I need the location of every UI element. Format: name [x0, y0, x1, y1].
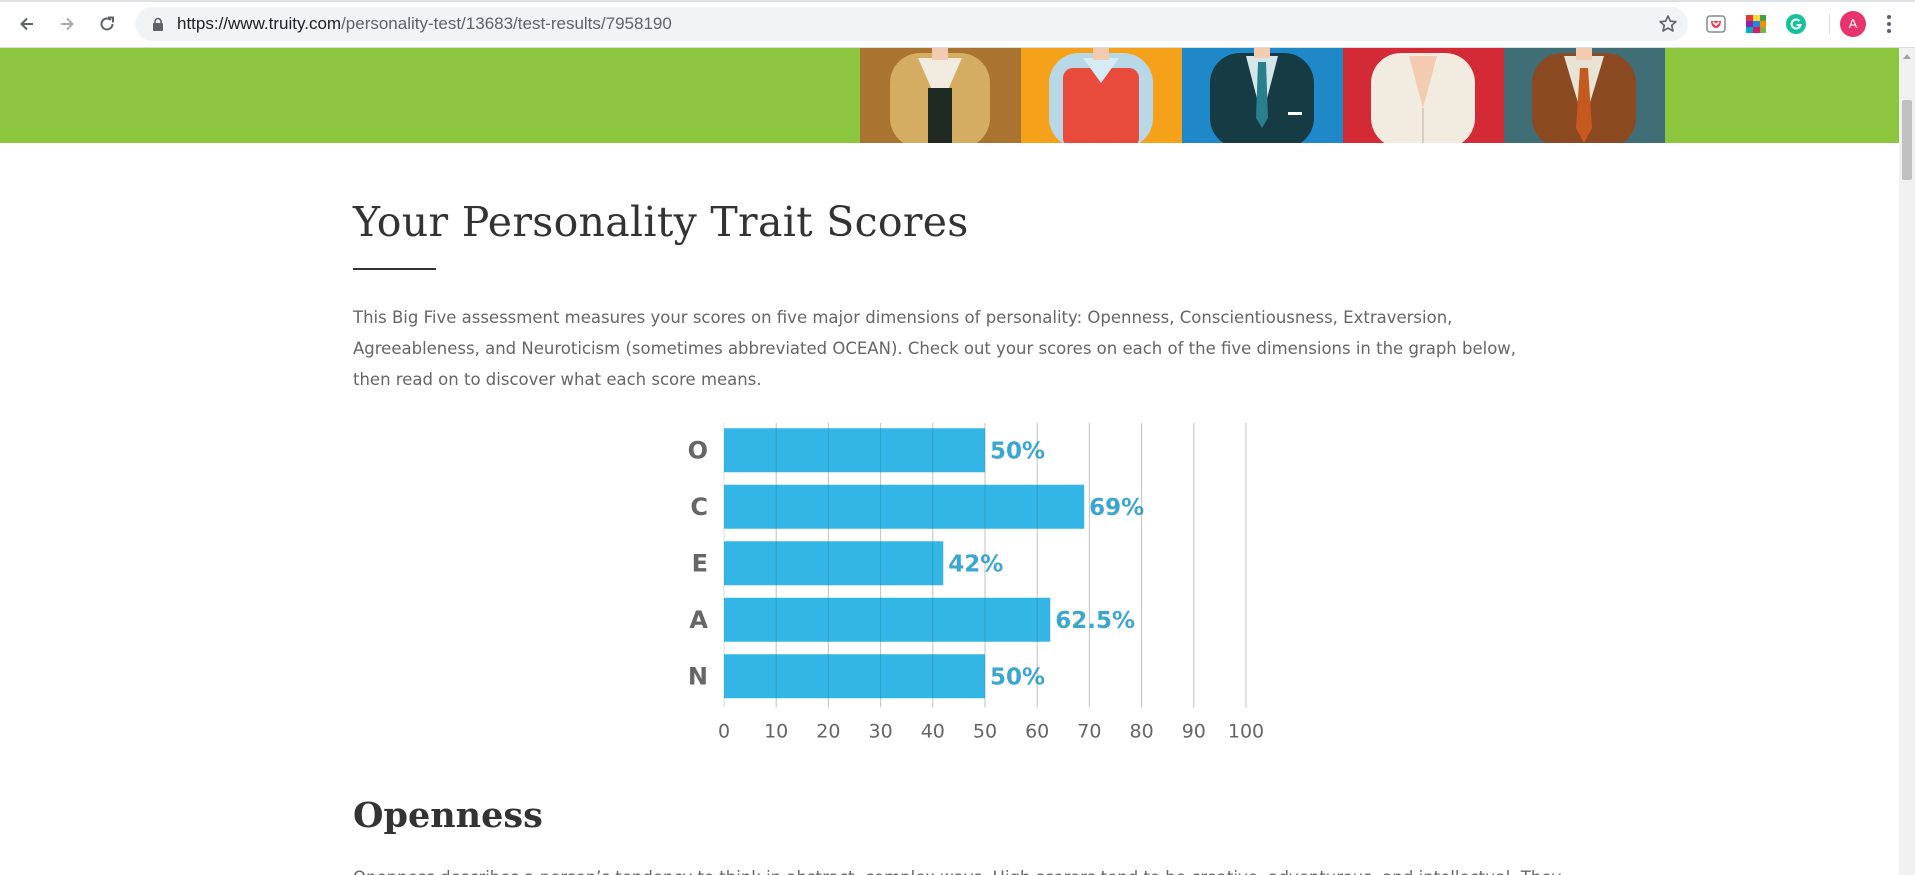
- x-tick-label: 50: [973, 721, 997, 743]
- reload-icon: [100, 16, 114, 31]
- back-arrow-icon: [20, 17, 33, 31]
- x-tick-label: 90: [1182, 721, 1206, 743]
- category-label: A: [689, 606, 708, 634]
- url-text[interactable]: https://www.truity.com/personality-test/…: [177, 14, 672, 34]
- x-tick-label: 80: [1130, 721, 1154, 743]
- x-tick-label: 20: [816, 721, 840, 743]
- x-tick-label: 0: [718, 721, 730, 743]
- value-label: 42%: [948, 551, 1003, 577]
- ocean-trait-chart: 0 10 20 30 40 50 60 70 80 90 100 O 50% C 69% E 42% A 62.5%…: [670, 420, 1290, 750]
- more-menu-icon[interactable]: [1882, 12, 1896, 36]
- scrollbar-thumb[interactable]: [1902, 100, 1912, 180]
- bar: [724, 428, 985, 473]
- address-bar[interactable]: https://www.truity.com/personality-test/…: [135, 7, 1688, 41]
- category-label: E: [692, 549, 708, 577]
- trait-bar-chart: 0 10 20 30 40 50 60 70 80 90 100O 50%C 69%E 42%A 62.5%…: [688, 423, 1264, 743]
- url-path: /personality-test/13683/test-results/795…: [341, 14, 672, 33]
- banner-figure-2: [1021, 48, 1182, 143]
- page-scrollbar[interactable]: [1899, 48, 1915, 875]
- bar: [724, 654, 985, 699]
- browser-toolbar: https://www.truity.com/personality-test/…: [0, 0, 1915, 48]
- category-label: N: [688, 662, 708, 690]
- value-label: 62.5%: [1055, 608, 1135, 634]
- banner-figure-4: [1343, 48, 1504, 143]
- x-tick-label: 30: [869, 721, 893, 743]
- url-host: https://www.truity.com: [177, 14, 342, 33]
- x-tick-label: 60: [1025, 721, 1049, 743]
- figure-illustration: [1210, 48, 1314, 143]
- section-title-openness: Openness: [353, 795, 543, 836]
- toolbar-separator: [1829, 14, 1830, 34]
- openness-description: Openness describes a person’s tendency t…: [353, 862, 1561, 875]
- profile-avatar[interactable]: A: [1840, 11, 1866, 37]
- figure-illustration: [890, 48, 990, 143]
- banner-figure-1: [860, 48, 1021, 143]
- forward-arrow-icon: [61, 17, 74, 31]
- figure-illustration: [1532, 48, 1636, 143]
- page-title: Your Personality Trait Scores: [353, 198, 969, 246]
- title-divider: [353, 268, 436, 270]
- lock-icon: [153, 17, 163, 31]
- hero-banner: [0, 48, 1899, 143]
- grammarly-extension-icon[interactable]: [1785, 13, 1807, 35]
- intro-paragraph: This Big Five assessment measures your s…: [353, 308, 1517, 389]
- reload-button[interactable]: [93, 10, 121, 38]
- banner-figure-3: [1182, 48, 1343, 143]
- x-tick-label: 40: [921, 721, 945, 743]
- figure-illustration: [1371, 53, 1475, 143]
- forward-button[interactable]: [53, 10, 81, 38]
- color-palette-extension-icon[interactable]: [1745, 13, 1767, 35]
- x-tick-label: 70: [1077, 721, 1101, 743]
- back-button[interactable]: [13, 10, 41, 38]
- bookmark-star-icon[interactable]: [1658, 14, 1678, 34]
- bar: [724, 484, 1085, 529]
- figure-illustration: [1049, 48, 1153, 143]
- category-label: O: [688, 436, 708, 464]
- x-tick-label: 10: [764, 721, 788, 743]
- pocket-extension-icon[interactable]: [1705, 13, 1727, 35]
- bar: [724, 541, 944, 586]
- tab-strip: [0, 0, 1915, 2]
- x-tick-label: 100: [1228, 721, 1264, 743]
- scroll-up-arrow-icon[interactable]: [1903, 54, 1911, 59]
- banner-figure-5: [1504, 48, 1665, 143]
- bar: [724, 597, 1051, 642]
- category-label: C: [690, 493, 708, 521]
- value-label: 69%: [1089, 495, 1144, 521]
